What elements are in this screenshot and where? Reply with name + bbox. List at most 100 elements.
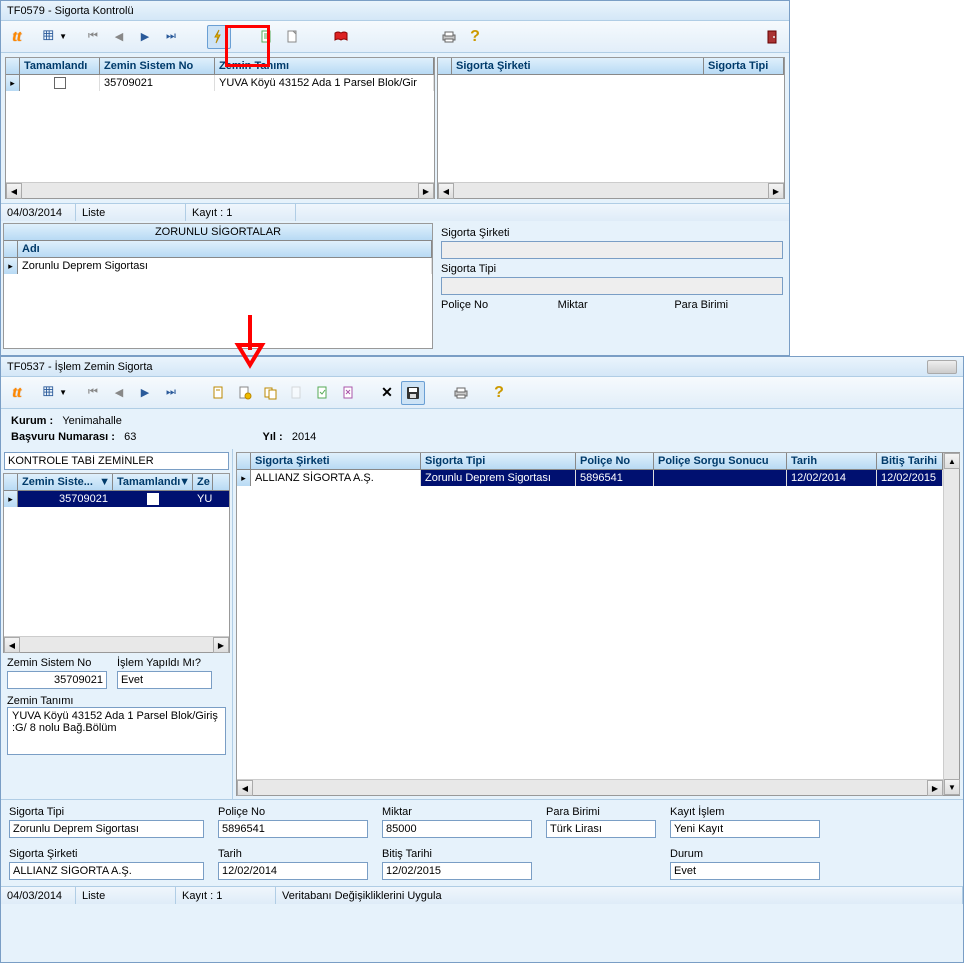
scrollbar-h[interactable]: ◀▶ (237, 779, 943, 795)
input-sigorta-tipi-b[interactable] (9, 820, 204, 838)
grid-dropdown-button[interactable]: ▼ (43, 381, 67, 405)
doc3-icon[interactable] (259, 381, 283, 405)
col-police-no-2[interactable]: Poliçe No (576, 453, 654, 469)
window-title-1: TF0579 - Sigorta Kontrolü (7, 5, 134, 17)
close-button[interactable] (927, 360, 957, 374)
textarea-zemin-tanimi[interactable]: YUVA Köyü 43152 Ada 1 Parsel Blok/Giriş … (7, 707, 226, 755)
col-tamamlandi[interactable]: Tamamlandı (20, 58, 100, 74)
col-police-sorgu[interactable]: Poliçe Sorgu Sonucu (654, 453, 787, 469)
scrollbar-h[interactable]: ◀▶ (6, 182, 434, 198)
nav-last-button[interactable]: ⏭ (159, 25, 183, 49)
window-sigorta-kontrolu: TF0579 - Sigorta Kontrolü tt ▼ ⏮ ◀ ▶ ⏭ (0, 0, 790, 356)
exit-button[interactable] (761, 25, 785, 49)
value-kurum: Yenimahalle (62, 415, 122, 427)
checkbox-tamamlandi[interactable] (54, 77, 66, 89)
app-logo-icon[interactable]: tt (5, 381, 29, 405)
save-button[interactable] (401, 381, 425, 405)
label-zemin-tanimi: Zemin Tanımı (7, 695, 73, 707)
label-para-birimi: Para Birimi (674, 299, 783, 311)
input-miktar-b[interactable] (382, 820, 532, 838)
label-tarih-b: Tarih (218, 848, 368, 860)
col-tamamlandi-2[interactable]: Tamamlandı▼ (113, 474, 193, 490)
label-sigorta-sirketi: Sigorta Şirketi (441, 227, 783, 239)
nav-next-button[interactable]: ▶ (133, 381, 157, 405)
section-title-zorunlu: ZORUNLU SİGORTALAR (4, 224, 432, 241)
toolbar-2: tt ▼ ⏮ ◀ ▶ ⏭ ✕ ? (1, 377, 963, 409)
doc4-icon[interactable] (285, 381, 309, 405)
scrollbar-h[interactable]: ◀▶ (438, 182, 784, 198)
col-zemin-sistem-no[interactable]: Zemin Sistem No (100, 58, 215, 74)
title-bar-2: TF0537 - İşlem Zemin Sigorta (1, 357, 963, 377)
value-yil: 2014 (292, 431, 316, 443)
app-logo-icon[interactable]: tt (5, 25, 29, 49)
input-zemin-sistem-no[interactable] (7, 671, 107, 689)
execute-button[interactable] (207, 25, 231, 49)
scrollbar-v[interactable]: ▲▼ (943, 453, 959, 795)
table-row[interactable]: ▸ ALLIANZ SİGORTA A.Ş. Zorunlu Deprem Si… (237, 470, 943, 486)
col-adi[interactable]: Adı (18, 241, 432, 257)
label-para-birimi-b: Para Birimi (546, 806, 656, 818)
nav-prev-button[interactable]: ◀ (107, 381, 131, 405)
input-islem-yapildi[interactable] (117, 671, 212, 689)
label-miktar: Miktar (558, 299, 667, 311)
label-basvuru: Başvuru Numarası : (11, 431, 115, 443)
grid-zorunlu-sigortalar[interactable]: ZORUNLU SİGORTALAR Adı ▸ Zorunlu Deprem … (3, 223, 433, 349)
input-sigorta-sirketi-b[interactable] (9, 862, 204, 880)
label-miktar-b: Miktar (382, 806, 532, 818)
nav-prev-button[interactable]: ◀ (107, 25, 131, 49)
table-row[interactable]: ▸ 35709021 YUVA Köyü 43152 Ada 1 Parsel … (6, 75, 434, 91)
label-sigorta-tipi: Sigorta Tipi (441, 263, 783, 275)
status-bar-1a: 04/03/2014 Liste Kayıt : 1 (1, 203, 789, 221)
print-button[interactable] (449, 381, 473, 405)
input-sigorta-tipi[interactable] (441, 277, 783, 295)
grid-sigorta-detay[interactable]: Sigorta Şirketi Sigorta Tipi Poliçe No P… (236, 452, 960, 796)
input-tarih-b[interactable] (218, 862, 368, 880)
doc1-icon[interactable] (207, 381, 231, 405)
input-durum[interactable] (670, 862, 820, 880)
label-sigorta-tipi-b: Sigorta Tipi (9, 806, 204, 818)
input-kontrole-tabi[interactable] (4, 452, 229, 470)
input-para-birimi-b[interactable] (546, 820, 656, 838)
input-bitis-tarihi-b[interactable] (382, 862, 532, 880)
col-z[interactable]: Ze (193, 474, 213, 490)
help-button[interactable]: ? (487, 381, 511, 405)
col-bitis-tarihi[interactable]: Bitiş Tarihi (877, 453, 943, 469)
col-sigorta-sirketi[interactable]: Sigorta Şirketi (452, 58, 704, 74)
label-kayit-islem: Kayıt İşlem (670, 806, 820, 818)
doc5-icon[interactable] (311, 381, 335, 405)
input-police-no-b[interactable] (218, 820, 368, 838)
input-kayit-islem[interactable] (670, 820, 820, 838)
title-bar-1: TF0579 - Sigorta Kontrolü (1, 1, 789, 21)
label-islem-yapildi: İşlem Yapıldı Mı? (117, 657, 212, 669)
table-row[interactable]: ▸ Zorunlu Deprem Sigortası (4, 258, 432, 274)
grid-sigorta[interactable]: Sigorta Şirketi Sigorta Tipi ◀▶ (437, 57, 785, 199)
col-zemin-siste[interactable]: Zemin Siste...▼ (18, 474, 113, 490)
doc-button-1[interactable] (255, 25, 279, 49)
status-bar-2: 04/03/2014 Liste Kayıt : 1 Veritabanı De… (1, 886, 963, 904)
checkbox-tamamlandi-2[interactable] (147, 493, 159, 505)
nav-next-button[interactable]: ▶ (133, 25, 157, 49)
grid-kontrole-tabi[interactable]: Zemin Siste...▼ Tamamlandı▼ Ze ▸ 3570902… (3, 473, 230, 653)
col-tarih[interactable]: Tarih (787, 453, 877, 469)
nav-last-button[interactable]: ⏭ (159, 381, 183, 405)
col-zemin-tanimi[interactable]: Zemin Tanımı (215, 58, 434, 74)
doc2-icon[interactable] (233, 381, 257, 405)
help-button[interactable]: ? (463, 25, 487, 49)
col-sigorta-tipi-2[interactable]: Sigorta Tipi (421, 453, 576, 469)
delete-icon[interactable]: ✕ (375, 381, 399, 405)
col-sigorta-tipi[interactable]: Sigorta Tipi (704, 58, 784, 74)
table-row[interactable]: ▸ 35709021 YU (4, 491, 229, 507)
nav-first-button[interactable]: ⏮ (81, 25, 105, 49)
label-kurum: Kurum : (11, 415, 53, 427)
grid-dropdown-button[interactable]: ▼ (43, 25, 67, 49)
doc6-icon[interactable] (337, 381, 361, 405)
scrollbar-h[interactable]: ◀▶ (4, 636, 229, 652)
input-sigorta-sirketi[interactable] (441, 241, 783, 259)
new-doc-button[interactable] (281, 25, 305, 49)
label-sigorta-sirketi-b: Sigorta Şirketi (9, 848, 204, 860)
nav-first-button[interactable]: ⏮ (81, 381, 105, 405)
book-button[interactable] (329, 25, 353, 49)
print-button[interactable] (437, 25, 461, 49)
col-sigorta-sirketi-2[interactable]: Sigorta Şirketi (251, 453, 421, 469)
grid-zemin[interactable]: Tamamlandı Zemin Sistem No Zemin Tanımı … (5, 57, 435, 199)
